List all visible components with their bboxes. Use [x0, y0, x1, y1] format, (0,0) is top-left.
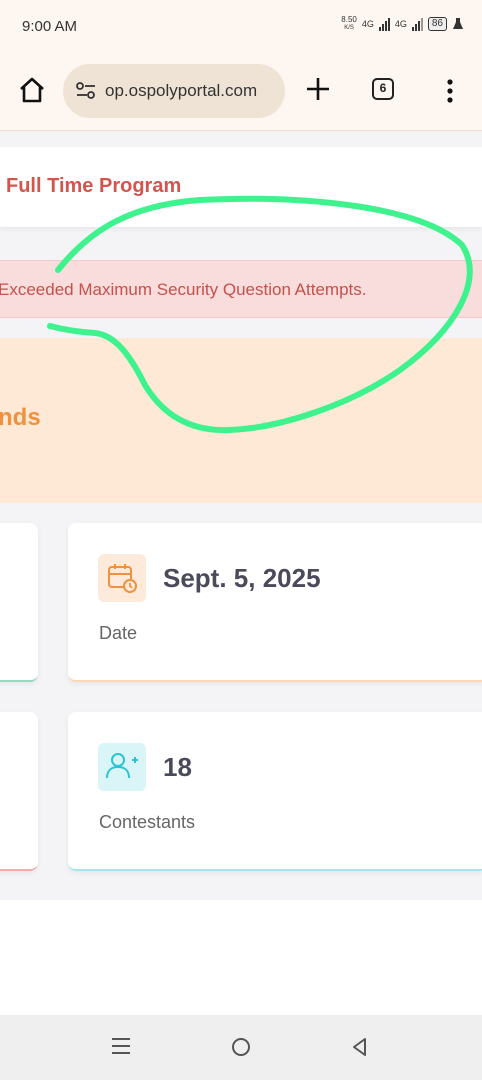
signal-icon-2 — [411, 17, 423, 31]
site-settings-icon[interactable] — [75, 81, 97, 101]
alert-message: Exceeded Maximum Security Question Attem… — [0, 280, 367, 299]
address-bar[interactable]: op.ospolyportal.com — [63, 64, 285, 118]
stat-card-contestants: 18 Contestants — [68, 712, 482, 871]
program-header-card: Full Time Program — [0, 147, 482, 227]
info-banner-text: nds — [0, 404, 41, 431]
net-speed-value: 8.50 — [341, 15, 357, 24]
battery-icon: 86 — [427, 17, 447, 31]
date-value: Sept. 5, 2025 — [163, 563, 321, 593]
net-speed-unit: K/S — [344, 25, 354, 31]
add-user-icon-box — [98, 743, 146, 791]
recent-apps-icon[interactable] — [110, 1036, 132, 1056]
signal-icon — [378, 17, 390, 31]
system-nav-bar — [0, 1015, 482, 1080]
network-type-1: 4G — [361, 19, 374, 29]
contestants-label: Contestants — [99, 812, 196, 832]
status-indicators: 8.50 K/S 4G 4G 86 — [341, 16, 464, 32]
contestants-value: 18 — [163, 752, 192, 782]
status-time: 9:00 AM — [22, 18, 78, 35]
back-icon[interactable] — [350, 1036, 370, 1058]
url-text[interactable]: op.ospolyportal.com — [105, 81, 257, 101]
info-banner: nds — [0, 338, 482, 503]
home-icon[interactable] — [18, 76, 46, 104]
home-circle-icon[interactable] — [230, 1036, 252, 1058]
error-alert: Exceeded Maximum Security Question Attem… — [0, 260, 482, 318]
flask-icon — [453, 18, 463, 29]
stat-card-left-bottom — [0, 712, 38, 871]
more-menu-icon[interactable] — [440, 78, 460, 104]
browser-toolbar: op.ospolyportal.com 6 — [0, 52, 482, 131]
network-type-2: 4G — [394, 19, 407, 29]
stat-card-left-top — [0, 523, 38, 682]
calendar-clock-icon — [108, 564, 137, 593]
add-user-icon — [106, 753, 138, 779]
program-title: Full Time Program — [6, 175, 182, 197]
new-tab-icon[interactable] — [303, 74, 333, 104]
net-speed: 8.50 K/S — [341, 16, 357, 32]
tab-switcher-icon[interactable]: 6 — [372, 78, 394, 100]
calendar-icon-box — [98, 554, 146, 602]
page-bottom-area — [0, 900, 482, 1015]
stat-card-date: Sept. 5, 2025 Date — [68, 523, 482, 682]
status-bar: 9:00 AM 8.50 K/S 4G 4G 86 — [0, 0, 482, 52]
date-label: Date — [99, 623, 138, 643]
